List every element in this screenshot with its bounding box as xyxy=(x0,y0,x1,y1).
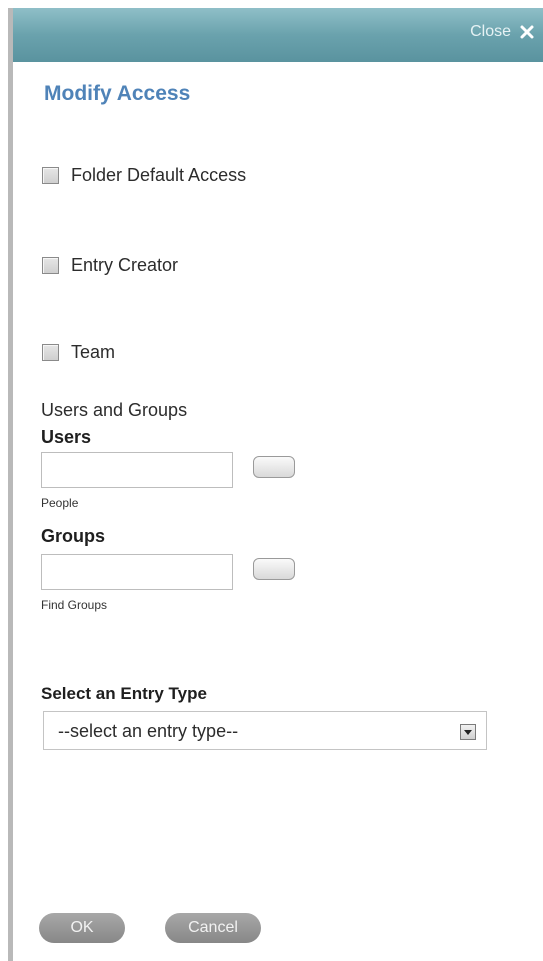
dropdown-arrow-icon[interactable] xyxy=(460,724,476,740)
ok-button[interactable]: OK xyxy=(39,913,125,943)
entry-creator-label: Entry Creator xyxy=(71,255,179,275)
cancel-button[interactable]: Cancel xyxy=(165,913,261,943)
entry-type-selected-value: --select an entry type-- xyxy=(58,721,239,741)
entry-creator-option[interactable]: Entry Creator xyxy=(42,255,178,276)
close-icon[interactable] xyxy=(519,24,535,40)
folder-default-access-checkbox[interactable] xyxy=(42,167,59,184)
entry-type-select[interactable]: --select an entry type-- xyxy=(43,711,487,750)
people-link[interactable]: People xyxy=(41,496,78,510)
entry-creator-checkbox[interactable] xyxy=(42,257,59,274)
modify-access-dialog: Close Modify Access Folder Default Acces… xyxy=(8,8,543,961)
team-checkbox[interactable] xyxy=(42,344,59,361)
team-label: Team xyxy=(71,342,116,362)
users-label: Users xyxy=(41,427,92,447)
users-input[interactable] xyxy=(41,452,233,488)
folder-default-access-option[interactable]: Folder Default Access xyxy=(42,165,246,186)
close-label: Close xyxy=(470,23,511,40)
entry-type-label: Select an Entry Type xyxy=(41,684,207,703)
folder-default-access-label: Folder Default Access xyxy=(71,165,247,185)
users-and-groups-heading: Users and Groups xyxy=(41,400,188,420)
dialog-title: Modify Access xyxy=(44,82,191,105)
team-option[interactable]: Team xyxy=(42,342,115,363)
groups-label: Groups xyxy=(41,526,106,546)
find-groups-link[interactable]: Find Groups xyxy=(41,598,107,612)
groups-input[interactable] xyxy=(41,554,233,590)
groups-browse-button[interactable] xyxy=(253,558,295,580)
users-browse-button[interactable] xyxy=(253,456,295,478)
dialog-titlebar: Close xyxy=(13,8,543,62)
close-button[interactable]: Close xyxy=(470,23,535,41)
